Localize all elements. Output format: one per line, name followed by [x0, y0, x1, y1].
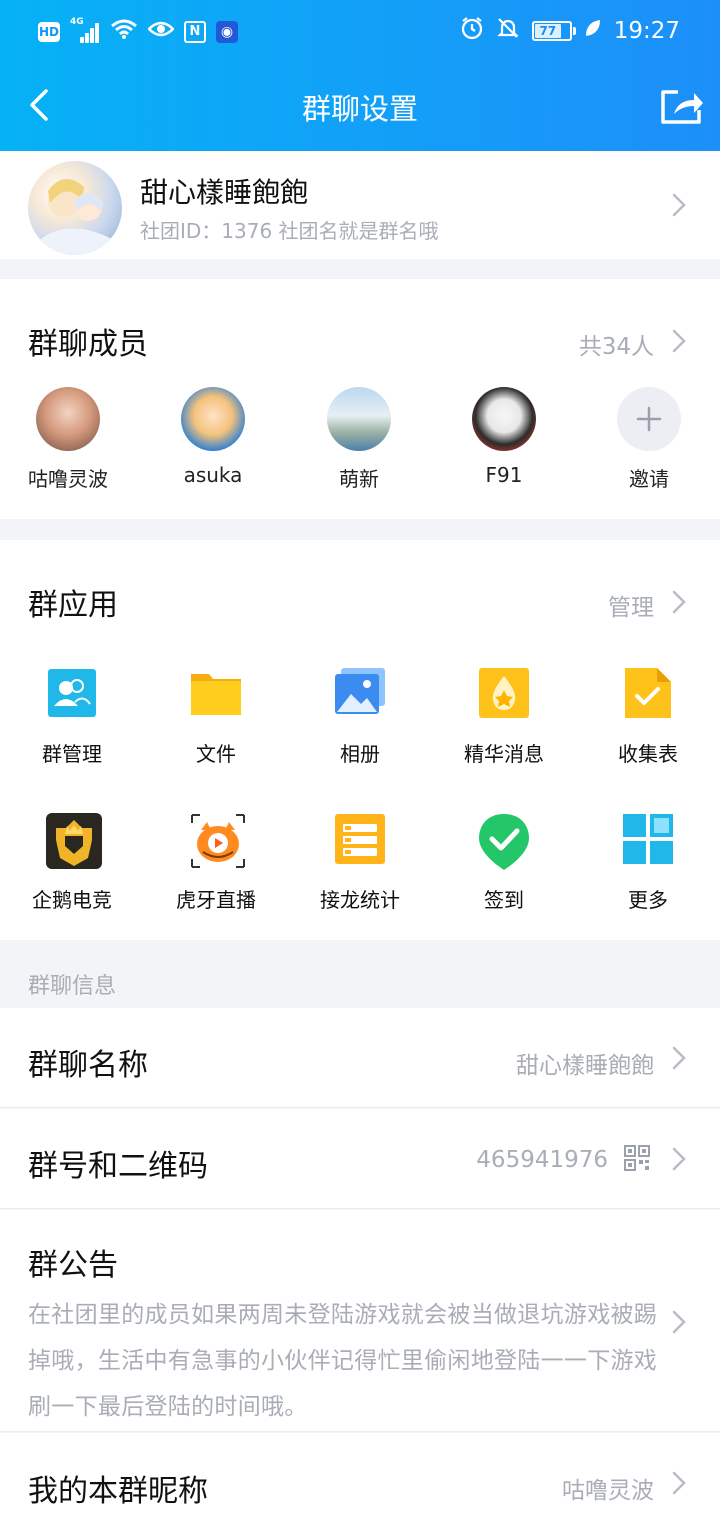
chevron-right-icon: [672, 1046, 686, 1070]
battery-level: 77: [534, 24, 561, 38]
app-checkin[interactable]: 签到: [444, 812, 564, 913]
app-label: 精华消息: [464, 742, 544, 766]
huya-icon: [189, 812, 245, 868]
notice-text: 在社团里的成员如果两周未登陆游戏就会被当做退坑游戏被踢掉哦，生活中有急事的小伙伴…: [28, 1302, 658, 1420]
group-number-label: 群号和二维码: [28, 1149, 208, 1184]
more-grid-icon: [621, 812, 675, 866]
app-group-manage[interactable]: 群管理: [12, 666, 132, 767]
leaf-icon: [584, 18, 602, 44]
group-name: 甜心樣睡飽飽: [140, 176, 309, 209]
member-name: 萌新: [339, 467, 379, 491]
chevron-right-icon[interactable]: [672, 329, 686, 353]
member-avatar: [36, 387, 100, 451]
group-name-value: 甜心樣睡飽飽: [516, 1053, 654, 1079]
member-avatar: [327, 387, 391, 451]
member-item[interactable]: asuka: [158, 387, 268, 487]
app-more[interactable]: 更多: [588, 812, 708, 913]
nickname-label: 我的本群昵称: [28, 1474, 208, 1509]
member-name: asuka: [183, 463, 243, 487]
member-avatar: [181, 387, 245, 451]
chevron-right-icon: [672, 193, 686, 217]
member-name: F91: [485, 463, 523, 487]
eye-icon: [147, 19, 175, 45]
esports-icon: [45, 812, 102, 869]
wifi-icon: [110, 18, 138, 45]
app-label: 签到: [484, 888, 524, 912]
chevron-right-icon[interactable]: [672, 590, 686, 614]
network-type: 4G: [70, 16, 84, 27]
group-name-label: 群聊名称: [28, 1048, 148, 1083]
group-profile-row[interactable]: 甜心樣睡飽飽 社团ID：1376 社团名就是群名哦: [0, 151, 720, 259]
folder-icon: [189, 666, 243, 720]
notice-label: 群公告: [28, 1248, 118, 1283]
members-section: 群聊成员 共34人 咕噜灵波 asuka 萌新 F91 邀请: [0, 279, 720, 519]
group-name-row[interactable]: 群聊名称 甜心樣睡飽飽: [0, 1008, 720, 1108]
plus-icon: [617, 387, 681, 451]
battery-icon: 77: [531, 21, 576, 41]
essence-icon: [477, 666, 531, 720]
invite-button[interactable]: 邀请: [594, 387, 704, 492]
apps-title: 群应用: [28, 588, 118, 623]
app-label: 相册: [340, 742, 380, 766]
photo-album-icon: [333, 666, 387, 720]
hd-icon: HD: [38, 21, 60, 42]
app-album[interactable]: 相册: [300, 666, 420, 767]
app-label: 企鹅电竞: [32, 888, 112, 912]
member-item[interactable]: 萌新: [304, 387, 414, 492]
app-esports[interactable]: 企鹅电竞: [12, 812, 132, 913]
chevron-right-icon: [672, 1471, 686, 1495]
clock-time: 19:27: [613, 18, 680, 44]
app-label: 接龙统计: [320, 888, 400, 912]
chevron-right-icon: [672, 1310, 686, 1334]
app-essence[interactable]: 精华消息: [444, 666, 564, 767]
solitaire-icon: [333, 812, 387, 866]
qr-code-icon[interactable]: [624, 1145, 650, 1171]
mute-bell-icon: [496, 16, 520, 46]
app-label: 更多: [628, 888, 668, 912]
form-icon: [621, 666, 675, 720]
status-bar: HD 4G N ◉ 77 19:27: [0, 14, 720, 48]
group-manage-icon: [45, 666, 99, 720]
app-huya[interactable]: 虎牙直播: [156, 812, 276, 913]
members-title: 群聊成员: [28, 327, 148, 362]
info-section-label: 群聊信息: [28, 974, 117, 999]
app-label: 文件: [196, 742, 236, 766]
app-files[interactable]: 文件: [156, 666, 276, 767]
group-subtitle: 社团ID：1376 社团名就是群名哦: [140, 219, 439, 243]
share-icon[interactable]: [660, 88, 704, 124]
app-header: HD 4G N ◉ 77 19:27 群聊设置: [0, 0, 720, 151]
app-label: 虎牙直播: [176, 888, 256, 912]
app-solitaire[interactable]: 接龙统计: [300, 812, 420, 913]
app-label: 群管理: [42, 742, 102, 766]
member-name: 咕噜灵波: [28, 467, 108, 491]
my-nickname-row[interactable]: 我的本群昵称 咕噜灵波: [0, 1433, 720, 1520]
member-item[interactable]: 咕噜灵波: [13, 387, 123, 492]
invite-label: 邀请: [629, 467, 669, 491]
member-avatar: [472, 387, 536, 451]
apps-manage-link[interactable]: 管理: [608, 588, 654, 622]
page-title: 群聊设置: [301, 92, 418, 126]
members-count[interactable]: 共34人: [579, 327, 654, 361]
checkin-icon: [477, 812, 531, 870]
nickname-value: 咕噜灵波: [562, 1478, 654, 1504]
group-avatar: [28, 161, 122, 255]
app-collect-form[interactable]: 收集表: [588, 666, 708, 767]
group-number-value: 465941976: [476, 1147, 608, 1173]
bulb-icon: ◉: [216, 20, 238, 43]
cellular-signal-icon: 4G: [70, 17, 100, 43]
chevron-right-icon: [672, 1147, 686, 1171]
app-label: 收集表: [618, 742, 678, 766]
group-number-row[interactable]: 群号和二维码 465941976: [0, 1109, 720, 1209]
alarm-icon: [460, 16, 484, 46]
apps-section: 群应用 管理 群管理 文件 相册 精华消息 收集表 企鹅电竞 虎牙直播 接龙统计…: [0, 540, 720, 940]
nfc-icon: N: [184, 20, 206, 43]
member-item[interactable]: F91: [449, 387, 559, 487]
